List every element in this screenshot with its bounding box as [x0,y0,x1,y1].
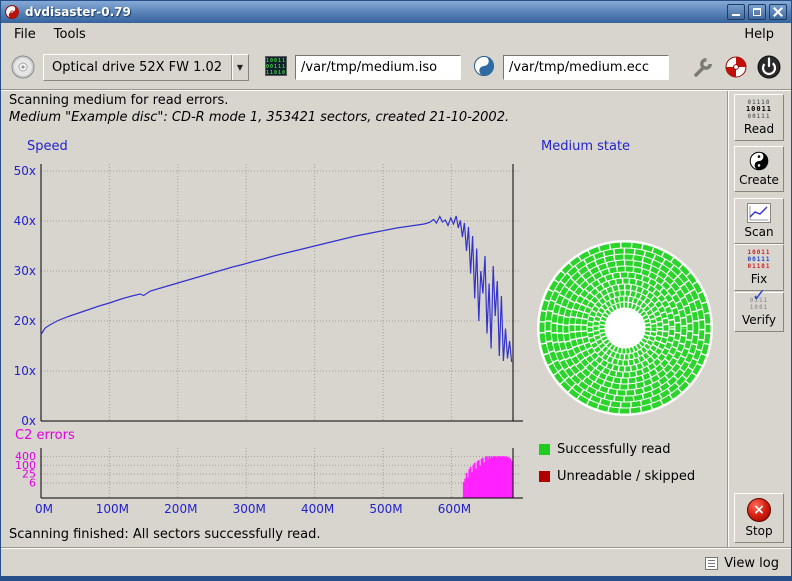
create-button[interactable]: Create [734,146,784,192]
log-icon [705,557,718,570]
svg-text:6: 6 [29,477,36,490]
stop-button[interactable]: × Stop [734,493,784,543]
legend-label: Unreadable / skipped [557,469,695,484]
ecc-path-input[interactable] [503,55,669,80]
view-log-button[interactable]: View log [701,553,783,574]
legend-item-read: Successfully read [539,442,670,457]
result-status: Scanning finished: All sectors successfu… [9,527,321,542]
charts-canvas: 50x 40x 30x 20x 10x 0x 0M 100M 200M 300M 400M 500M 6… [1,134,531,522]
separator [727,91,729,547]
yin-yang-icon [749,151,769,171]
drive-selector-value: Optical drive 52X FW 1.02 [44,60,231,75]
svg-text:10x: 10x [14,364,36,378]
svg-text:200M: 200M [164,502,197,516]
quit-button[interactable] [754,52,784,82]
app-icon [5,5,19,19]
svg-text:40x: 40x [14,214,36,228]
iso-icon-row: 11010 [266,70,286,76]
read-button[interactable]: 01110 10011 00111 Read [734,94,784,141]
status-line-1: Scanning medium for read errors. [9,93,228,108]
read-icon-row: 00111 [746,113,772,120]
svg-text:0M: 0M [35,502,53,516]
svg-text:30x: 30x [14,264,36,278]
fix-button[interactable]: 10011 00111 01101 Fix [734,244,784,291]
svg-text:600M: 600M [438,502,471,516]
verify-icon: 0111 1001 ✓ [744,297,774,311]
drive-selector[interactable]: Optical drive 52X FW 1.02 ▼ [43,54,249,81]
svg-text:20x: 20x [14,314,36,328]
preferences-button[interactable] [687,52,717,82]
fix-icon-row: 10011 [747,249,770,256]
medium-state-disc [534,237,716,419]
dropdown-arrow-icon[interactable]: ▼ [231,55,248,80]
svg-text:100M: 100M [96,502,129,516]
menu-help[interactable]: Help [735,24,783,45]
verify-button[interactable]: 0111 1001 ✓ Verify [734,292,784,332]
window-title: dvdisaster-0.79 [25,5,131,19]
fix-icon-row: 00111 [747,256,770,263]
maximize-button[interactable] [748,4,766,20]
scan-button[interactable]: Scan [734,198,784,244]
status-line-2: Medium "Example disc": CD-R mode 1, 3534… [9,110,509,125]
svg-text:0x: 0x [21,414,36,428]
legend-label: Successfully read [557,442,670,457]
fix-icon-row: 01101 [747,263,770,270]
menubar: File Tools Help [1,23,791,46]
close-button[interactable] [769,4,787,20]
svg-text:500M: 500M [369,502,402,516]
window-controls [727,4,787,20]
stop-icon: × [747,498,771,522]
iso-path-input[interactable] [295,55,461,80]
scan-chart-icon [747,203,771,223]
toolbar: Optical drive 52X FW 1.02 ▼ 10011 00111 … [1,46,791,89]
disc-logo-icon [724,55,748,79]
fix-icon: 10011 00111 01101 [747,249,770,270]
about-button[interactable] [721,52,751,82]
wrench-icon [690,55,714,79]
menu-file[interactable]: File [5,24,45,45]
app-window: dvdisaster-0.79 File Tools Help Optical … [0,0,792,581]
separator [1,547,791,549]
drive-icon [10,54,36,80]
power-icon [756,54,782,80]
titlebar[interactable]: dvdisaster-0.79 [1,1,791,23]
medium-state-title: Medium state [541,139,630,154]
svg-text:50x: 50x [14,164,36,178]
read-icon: 01110 10011 00111 [746,99,772,120]
legend-swatch-red [539,471,550,482]
minimize-button[interactable] [727,4,745,20]
ecc-file-icon [473,55,495,77]
svg-text:400M: 400M [301,502,334,516]
legend-item-unreadable: Unreadable / skipped [539,469,695,484]
read-icon-row: 10011 [746,106,772,113]
iso-file-icon: 10011 00111 11010 [265,56,287,76]
check-icon: ✓ [752,293,767,300]
legend-swatch-green [539,444,550,455]
menu-tools[interactable]: Tools [45,24,95,45]
svg-text:300M: 300M [233,502,266,516]
separator [1,89,791,91]
